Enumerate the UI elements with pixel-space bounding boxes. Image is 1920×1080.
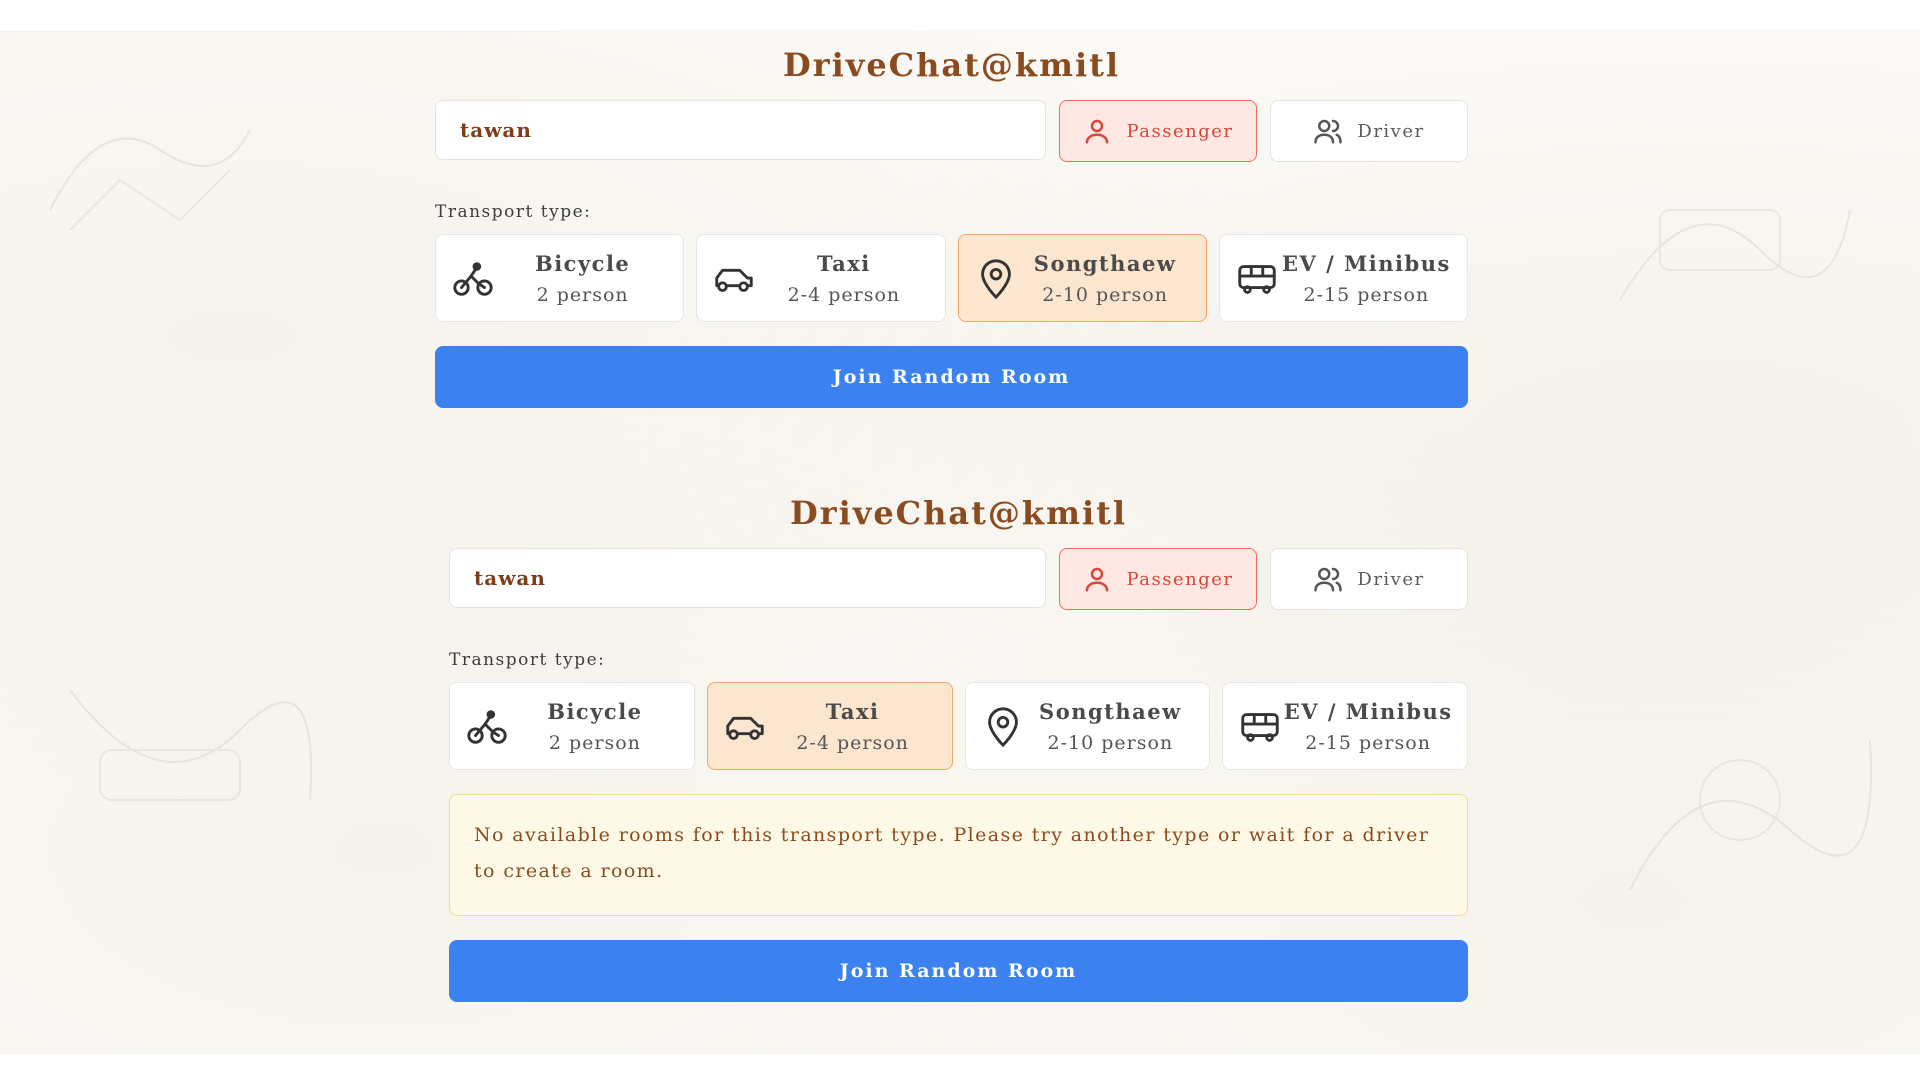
doodle-decoration [49, 129, 251, 231]
transport-capacity: 2-10 person [1042, 283, 1168, 306]
transport-capacity: 2 person [536, 283, 629, 306]
transport-name: Bicycle [534, 250, 631, 276]
transport-name: Taxi [817, 250, 871, 276]
passenger-label: Passenger [1126, 568, 1234, 590]
transport-name: Bicycle [547, 698, 643, 724]
transport-capacity: 2-10 person [1047, 731, 1174, 754]
name-role-row: Passenger Driver [449, 548, 1468, 610]
transport-capacity: 2-4 person [787, 283, 901, 306]
transport-options: Bicycle 2 person Taxi 2-4 person Songtha… [435, 234, 1468, 322]
transport-capacity: 2-4 person [796, 731, 909, 754]
transport-name: EV / Minibus [1281, 250, 1451, 276]
join-random-room-button[interactable]: Join Random Room [449, 940, 1468, 1002]
user-icon [1086, 119, 1109, 144]
driver-label: Driver [1357, 120, 1425, 142]
transport-option-songthaew[interactable]: Songthaew 2-10 person [964, 682, 1211, 770]
transport-name: EV / Minibus [1283, 698, 1453, 724]
doodle-decoration [1619, 209, 1851, 301]
bus-icon [1241, 713, 1279, 742]
map-pin-icon [980, 259, 1011, 300]
transport-option-songthaew[interactable]: Songthaew 2-10 person [957, 234, 1207, 322]
users-icon [1314, 119, 1343, 144]
join-random-room-button[interactable]: Join Random Room [435, 346, 1468, 408]
name-input[interactable] [435, 100, 1046, 160]
users-icon [1314, 567, 1343, 592]
name-role-row: Passenger Driver [435, 100, 1468, 162]
app-title: DriveChat@kmitl [789, 494, 1128, 532]
transport-option-taxi[interactable]: Taxi 2-4 person [706, 682, 953, 770]
no-rooms-alert: No available rooms for this transport ty… [449, 794, 1468, 916]
driver-label: Driver [1357, 568, 1425, 590]
bicycle-icon [467, 710, 507, 744]
transport-type-label: Transport type: [435, 202, 592, 222]
transport-capacity: 2-15 person [1305, 731, 1431, 754]
transport-option-ev-minibus[interactable]: EV / Minibus 2-15 person [1222, 682, 1468, 770]
car-icon [726, 716, 764, 740]
bus-icon [1238, 265, 1276, 294]
driver-role-button[interactable]: Driver [1270, 548, 1468, 610]
doodle-decoration [69, 689, 313, 801]
transport-options: Bicycle 2 person Taxi 2-4 person Songtha… [449, 682, 1468, 770]
app-title: DriveChat@kmitl [782, 46, 1121, 84]
transport-option-taxi[interactable]: Taxi 2-4 person [696, 234, 946, 322]
doodle-decoration [1629, 739, 1872, 891]
join-panel-2: DriveChat@kmitl Passenger Driver Transpo… [449, 478, 1468, 1002]
transport-name: Songthaew [1039, 698, 1182, 724]
transport-name: Songthaew [1033, 250, 1177, 276]
name-input[interactable] [449, 548, 1046, 608]
map-pin-icon [987, 707, 1018, 748]
user-icon [1086, 567, 1109, 592]
transport-name: Taxi [825, 698, 880, 724]
transport-capacity: 2 person [548, 731, 641, 754]
driver-role-button[interactable]: Driver [1270, 100, 1468, 162]
transport-capacity: 2-15 person [1303, 283, 1430, 306]
bicycle-icon [453, 262, 493, 296]
passenger-role-button[interactable]: Passenger [1059, 100, 1257, 162]
passenger-label: Passenger [1126, 120, 1234, 142]
car-icon [715, 268, 753, 292]
passenger-role-button[interactable]: Passenger [1059, 548, 1257, 610]
transport-option-bicycle[interactable]: Bicycle 2 person [449, 682, 695, 770]
join-panel-1: DriveChat@kmitl Passenger Driver Transpo… [435, 30, 1468, 408]
transport-option-ev-minibus[interactable]: EV / Minibus 2-15 person [1218, 234, 1468, 322]
transport-option-bicycle[interactable]: Bicycle 2 person [435, 234, 685, 322]
transport-type-label: Transport type: [449, 650, 606, 670]
